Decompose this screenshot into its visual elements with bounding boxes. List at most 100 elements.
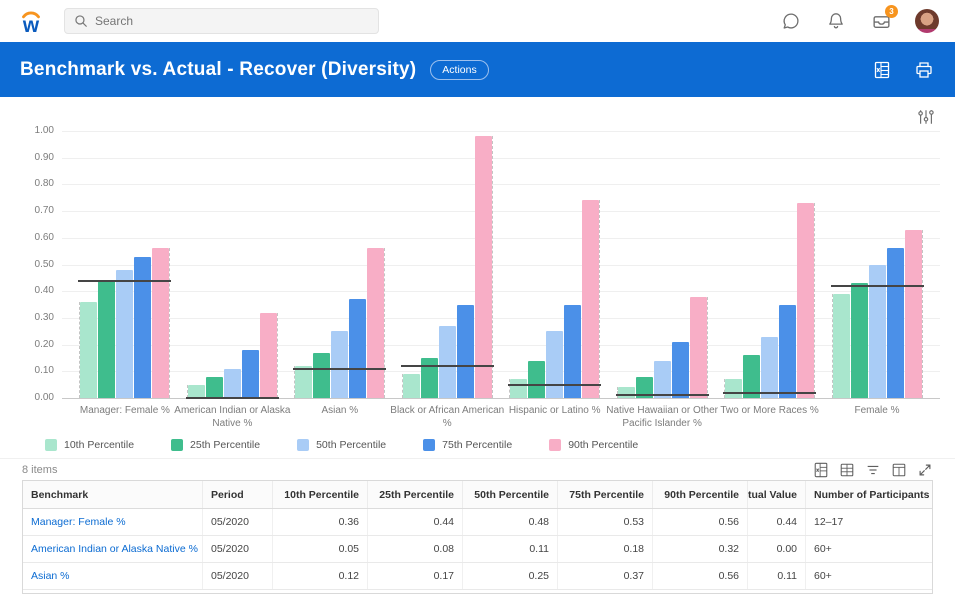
legend-item[interactable]: 50th Percentile [297, 439, 386, 451]
bar-75th-percentile[interactable] [887, 248, 904, 398]
legend-label: 75th Percentile [442, 439, 512, 451]
group-edge [169, 248, 170, 398]
bar-25th-percentile[interactable] [98, 281, 115, 398]
bar-75th-percentile[interactable] [349, 299, 366, 398]
bar-10th-percentile[interactable] [80, 302, 97, 398]
workday-logo[interactable]: w [16, 6, 46, 36]
y-axis-tick: 0.80 [14, 178, 54, 189]
grid-view-icon[interactable] [838, 461, 855, 478]
bar-75th-percentile[interactable] [457, 305, 474, 398]
cell-benchmark[interactable]: Manager: Female % [23, 509, 203, 535]
column-settings-icon[interactable] [890, 461, 907, 478]
x-axis-labels: Manager: Female %American Indian or Alas… [62, 404, 940, 432]
bar-90th-percentile[interactable] [797, 203, 814, 398]
group-edge [724, 379, 725, 398]
column-header[interactable]: 90th Percentile [653, 481, 748, 508]
print-icon[interactable] [913, 59, 935, 81]
column-header[interactable]: Number of Participants [806, 481, 932, 508]
column-header[interactable]: Period [203, 481, 273, 508]
bar-90th-percentile[interactable] [260, 313, 277, 398]
column-header[interactable]: 25th Percentile [368, 481, 463, 508]
group-edge [294, 366, 295, 398]
group-edge [707, 297, 708, 398]
cell-p90: 0.56 [653, 509, 748, 535]
bar-50th-percentile[interactable] [116, 270, 133, 398]
cell-actual: 0.00 [748, 536, 806, 562]
group-edge [617, 387, 618, 398]
legend-item[interactable]: 10th Percentile [45, 439, 134, 451]
bar-10th-percentile[interactable] [510, 379, 527, 398]
bar-25th-percentile[interactable] [206, 377, 223, 398]
x-axis-label: Female % [833, 404, 922, 432]
profile-avatar[interactable] [915, 9, 939, 33]
search-field[interactable] [95, 14, 369, 28]
expand-icon[interactable] [916, 461, 933, 478]
bar-50th-percentile[interactable] [546, 331, 563, 398]
export-excel-icon[interactable] [871, 59, 893, 81]
bar-75th-percentile[interactable] [134, 257, 151, 399]
bar-10th-percentile[interactable] [833, 294, 850, 398]
column-header[interactable]: 75th Percentile [558, 481, 653, 508]
column-header[interactable]: Actual Value [748, 481, 806, 508]
legend-item[interactable]: 25th Percentile [171, 439, 260, 451]
bar-75th-percentile[interactable] [672, 342, 689, 398]
bar-groups [62, 131, 940, 398]
bar-50th-percentile[interactable] [224, 369, 241, 398]
actions-button[interactable]: Actions [430, 60, 488, 80]
column-header[interactable]: 10th Percentile [273, 481, 368, 508]
bar-90th-percentile[interactable] [582, 200, 599, 398]
bar-25th-percentile[interactable] [421, 358, 438, 398]
notifications-bell-icon[interactable] [825, 10, 847, 32]
cell-benchmark[interactable]: American Indian or Alaska Native % [23, 536, 203, 562]
column-header[interactable]: Benchmark [23, 481, 203, 508]
bar-50th-percentile[interactable] [331, 331, 348, 398]
bar-50th-percentile[interactable] [654, 361, 671, 398]
chart-legend: 10th Percentile 25th Percentile 50th Perce… [45, 439, 638, 451]
bar-75th-percentile[interactable] [242, 350, 259, 398]
benchmark-chart: 1.000.900.800.700.600.500.400.300.200.10… [0, 97, 955, 458]
bar-25th-percentile[interactable] [528, 361, 545, 398]
top-bar: w 3 [0, 0, 955, 42]
legend-item[interactable]: 90th Percentile [549, 439, 638, 451]
chat-icon[interactable] [780, 10, 802, 32]
inbox-count-badge: 3 [885, 5, 898, 18]
bar-90th-percentile[interactable] [690, 297, 707, 398]
bar-90th-percentile[interactable] [152, 248, 169, 398]
group-edge [384, 248, 385, 398]
bar-10th-percentile[interactable] [403, 374, 420, 398]
legend-item[interactable]: 75th Percentile [423, 439, 512, 451]
search-input[interactable] [64, 8, 379, 34]
column-header[interactable]: 50th Percentile [463, 481, 558, 508]
bar-10th-percentile[interactable] [725, 379, 742, 398]
chart-settings-sliders-icon[interactable] [917, 108, 935, 131]
table-row: Asian %05/20200.120.170.250.370.560.1160… [23, 563, 932, 590]
cell-period: 05/2020 [203, 563, 273, 589]
bar-90th-percentile[interactable] [905, 230, 922, 398]
bar-75th-percentile[interactable] [779, 305, 796, 398]
legend-swatch [297, 439, 309, 451]
inbox-icon[interactable]: 3 [870, 10, 892, 32]
y-axis-tick: 0.60 [14, 232, 54, 243]
bar-group [510, 131, 599, 398]
cell-p25: 0.17 [368, 563, 463, 589]
filter-icon[interactable] [864, 461, 881, 478]
bar-25th-percentile[interactable] [313, 353, 330, 398]
cell-benchmark[interactable]: Asian % [23, 563, 203, 589]
x-axis-label: Hispanic or Latino % [510, 404, 599, 432]
grid-toolbar-row: 8 items [0, 458, 955, 480]
bar-group [403, 131, 492, 398]
bar-10th-percentile[interactable] [188, 385, 205, 398]
table-header-row: BenchmarkPeriod10th Percentile25th Perce… [23, 481, 932, 509]
bar-50th-percentile[interactable] [439, 326, 456, 398]
bar-90th-percentile[interactable] [367, 248, 384, 398]
bar-10th-percentile[interactable] [295, 366, 312, 398]
cell-p10: 0.05 [273, 536, 368, 562]
group-edge [492, 136, 493, 398]
bar-25th-percentile[interactable] [851, 283, 868, 398]
cell-p75: 0.18 [558, 536, 653, 562]
cell-period: 05/2020 [203, 536, 273, 562]
bar-50th-percentile[interactable] [761, 337, 778, 398]
export-excel-icon[interactable] [812, 461, 829, 478]
bar-10th-percentile[interactable] [618, 387, 635, 398]
bar-90th-percentile[interactable] [475, 136, 492, 398]
